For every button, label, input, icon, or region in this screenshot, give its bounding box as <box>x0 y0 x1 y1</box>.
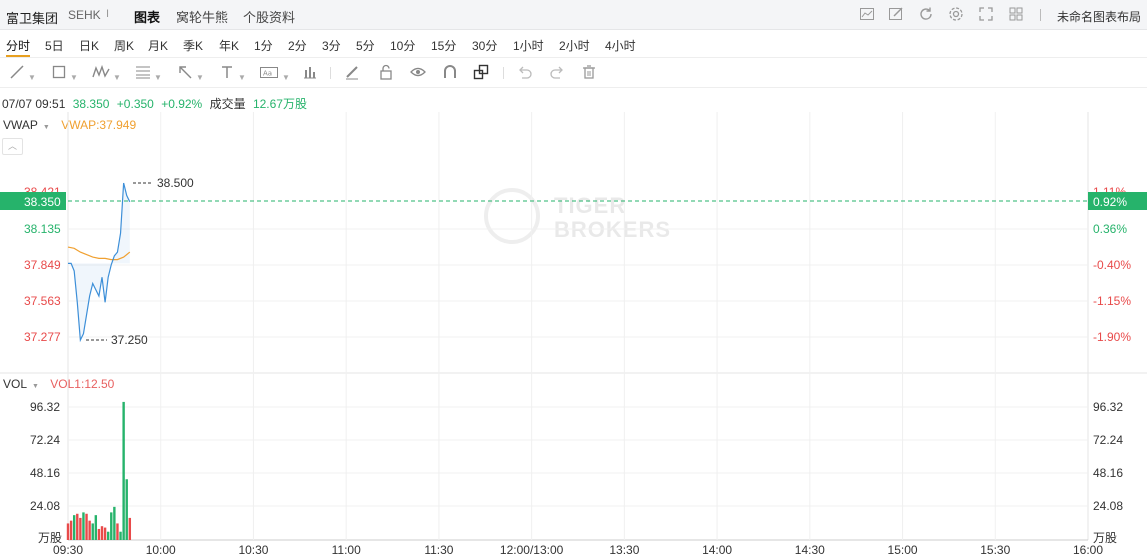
vol-left-tick-2: 72.24 <box>30 433 60 447</box>
time-tick-label: 09:30 <box>53 543 83 557</box>
volume-bar <box>103 527 107 540</box>
time-tick-label: 14:00 <box>702 543 732 557</box>
time-tick-label: 10:00 <box>146 543 176 557</box>
time-axis: 09:30 10:00 10:30 11:00 11:30 12:00/13:00 13:3… <box>53 543 1103 557</box>
right-tick-2: -0.40% <box>1093 258 1131 272</box>
vol-right-tick-1: 96.32 <box>1093 400 1123 414</box>
chart-series <box>66 182 132 540</box>
volume-bar <box>128 517 132 540</box>
current-price-tag: 38.350 <box>24 195 61 209</box>
left-tick-3: 37.563 <box>24 294 61 308</box>
time-tick-label: 10:30 <box>238 543 268 557</box>
high-label: 38.500 <box>157 176 194 190</box>
volume-bar <box>122 401 125 540</box>
time-tick-label: 15:30 <box>980 543 1010 557</box>
volume-bar <box>119 531 122 540</box>
right-tick-1: 0.36% <box>1093 222 1127 236</box>
time-tick-label: 14:30 <box>795 543 825 557</box>
left-tick-1: 38.135 <box>24 222 61 236</box>
volume-bar <box>106 531 110 540</box>
time-tick-label: 15:00 <box>888 543 918 557</box>
time-tick-label: 11:00 <box>332 543 361 557</box>
volume-bar <box>116 523 119 540</box>
time-tick-label: 11:30 <box>424 543 453 557</box>
vol-left-tick-4: 24.08 <box>30 499 60 513</box>
volume-bar <box>113 506 116 540</box>
price-tags: 38.350 0.92% 38.500 37.250 <box>0 176 1147 347</box>
volume-bar <box>91 523 94 540</box>
vol-right-tick-2: 72.24 <box>1093 433 1123 447</box>
volume-bar <box>69 520 73 540</box>
volume-bar <box>72 515 76 540</box>
time-tick-label: 12:00/13:00 <box>500 543 564 557</box>
right-tick-3: -1.15% <box>1093 294 1131 308</box>
volume-bar <box>125 479 128 540</box>
low-label: 37.250 <box>111 333 148 347</box>
volume-bar <box>66 523 70 540</box>
volume-bar <box>110 512 113 540</box>
vol-right-tick-3: 48.16 <box>1093 466 1123 480</box>
volume-bar <box>97 528 101 540</box>
vol-right-tick-4: 24.08 <box>1093 499 1123 513</box>
volume-bar <box>82 512 85 540</box>
volume-bar <box>79 517 82 540</box>
intraday-chart[interactable]: 38.421 1.11% 38.135 37.849 37.563 37.277… <box>0 0 1147 559</box>
current-pct-tag: 0.92% <box>1093 195 1127 209</box>
volume-bar <box>88 520 91 540</box>
left-tick-4: 37.277 <box>24 330 61 344</box>
vol-left-tick-1: 96.32 <box>30 400 60 414</box>
time-tick-label: 13:30 <box>609 543 639 557</box>
volume-bar <box>94 515 98 540</box>
right-tick-4: -1.90% <box>1093 330 1131 344</box>
volume-bar <box>76 513 79 540</box>
time-tick-label: 16:00 <box>1073 543 1103 557</box>
volume-bar <box>85 513 88 540</box>
volume-bar <box>100 526 104 540</box>
price-area <box>68 183 130 340</box>
vol-left-tick-3: 48.16 <box>30 466 60 480</box>
left-tick-2: 37.849 <box>24 258 61 272</box>
